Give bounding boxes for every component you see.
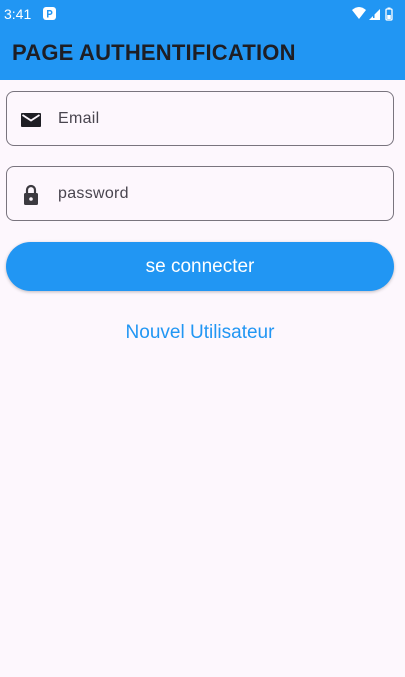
wifi-icon: [352, 7, 366, 19]
password-field[interactable]: password: [6, 166, 394, 221]
connect-button[interactable]: se connecter: [6, 242, 394, 291]
page-title: PAGE AUTHENTIFICATION: [12, 40, 296, 65]
app-notification-icon: [43, 7, 56, 20]
email-placeholder: Email: [58, 110, 100, 127]
mail-icon: [21, 113, 41, 127]
status-icons: [352, 7, 393, 21]
battery-icon: [385, 7, 393, 21]
app-bar: PAGE AUTHENTIFICATION: [0, 28, 405, 80]
new-user-link[interactable]: Nouvel Utilisateur: [0, 322, 400, 344]
lock-icon: [24, 184, 38, 205]
status-time: 3:41: [4, 6, 32, 22]
email-field[interactable]: Email: [6, 91, 394, 146]
status-bar: 3:41: [0, 0, 405, 28]
password-placeholder: password: [58, 185, 129, 202]
